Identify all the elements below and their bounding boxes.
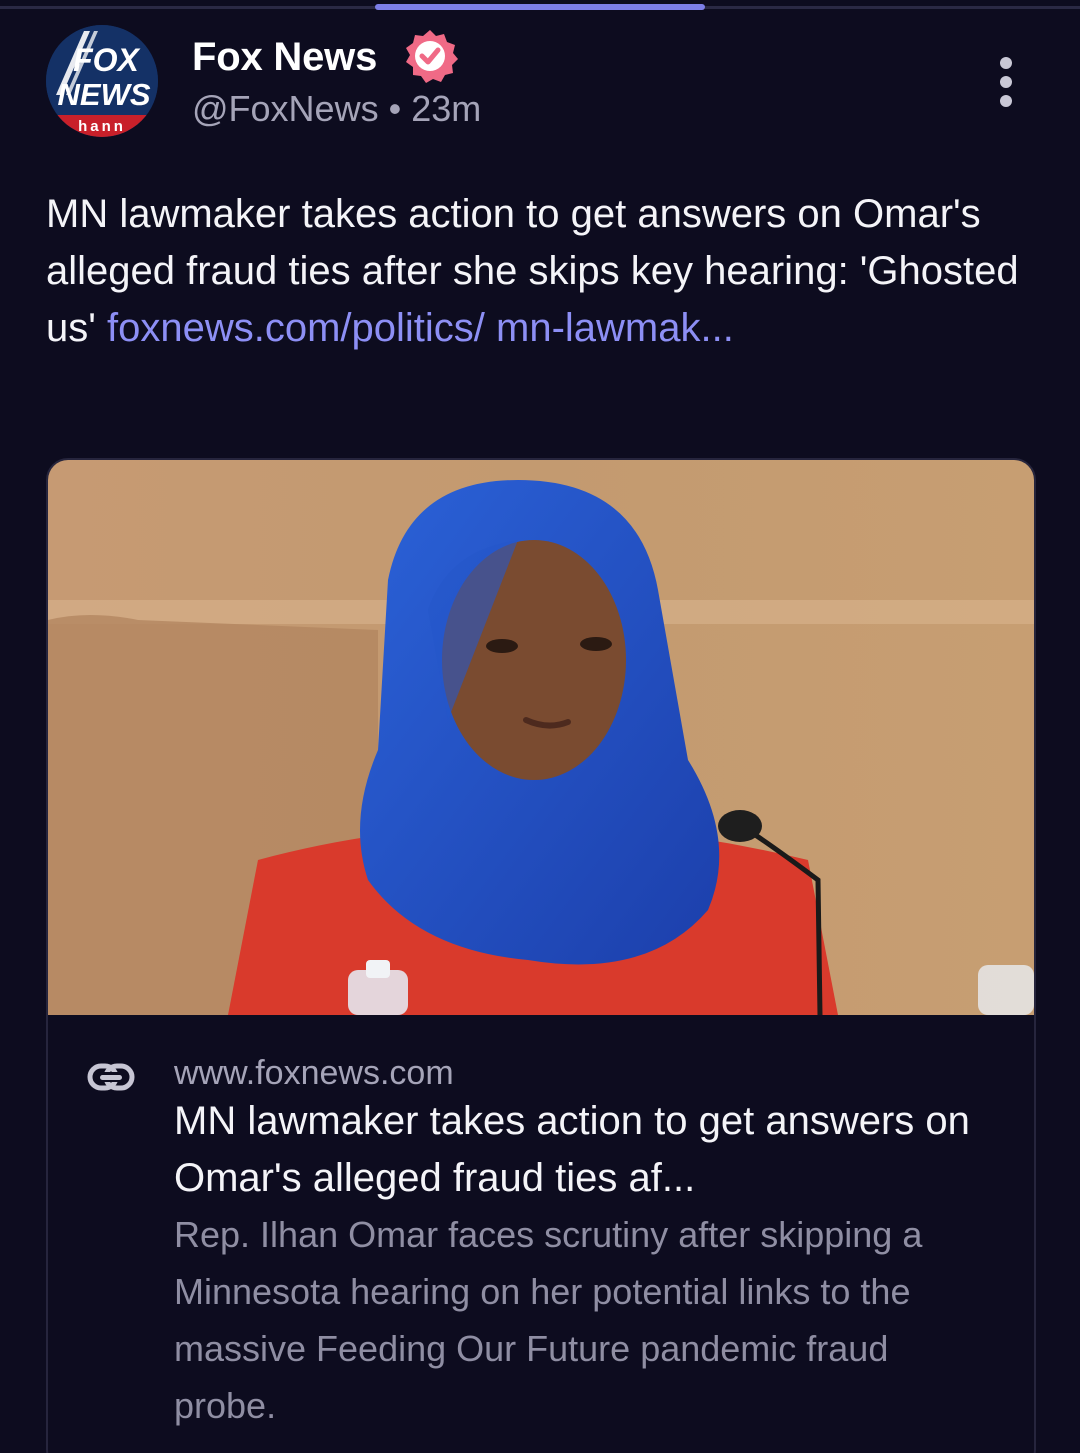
logo-line-3: hann [78,118,126,135]
more-dot [1000,95,1012,107]
author-handle[interactable]: @FoxNews [192,88,379,129]
more-dot [1000,76,1012,88]
post-meta: @FoxNews • 23m [192,87,481,131]
link-icon [87,1063,135,1091]
card-domain: www.foxnews.com [174,1054,454,1092]
author-avatar[interactable]: FOX NEWS hann [46,25,158,137]
post-header: FOX NEWS hann Fox News @FoxNews • 23m [46,25,1036,145]
post-view: FOX NEWS hann Fox News @FoxNews • 23m MN l… [0,0,1080,1453]
more-vertical-icon[interactable] [996,57,1016,107]
card-title[interactable]: MN lawmaker takes action to get answers … [174,1093,1014,1207]
active-tab-indicator [375,4,705,10]
more-dot [1000,57,1012,69]
tab-divider [0,4,1080,10]
logo-line-1: FOX [73,42,140,78]
link-preview-image[interactable] [48,460,1034,1015]
logo-line-2: NEWS [58,77,151,112]
post-link[interactable]: foxnews.com/politics/ mn-lawmak... [107,306,734,350]
post-time[interactable]: 23m [411,88,481,129]
author-name[interactable]: Fox News [192,33,377,81]
fox-news-logo: FOX NEWS hann [46,25,158,137]
link-preview-card[interactable]: www.foxnews.com MN lawmaker takes action… [46,458,1036,1453]
article-photo [48,460,1034,1015]
meta-separator: • [388,88,402,129]
post-body: MN lawmaker takes action to get answers … [46,186,1036,357]
verified-badge-icon [406,30,458,83]
card-description: Rep. Ilhan Omar faces scrutiny after ski… [174,1214,923,1426]
